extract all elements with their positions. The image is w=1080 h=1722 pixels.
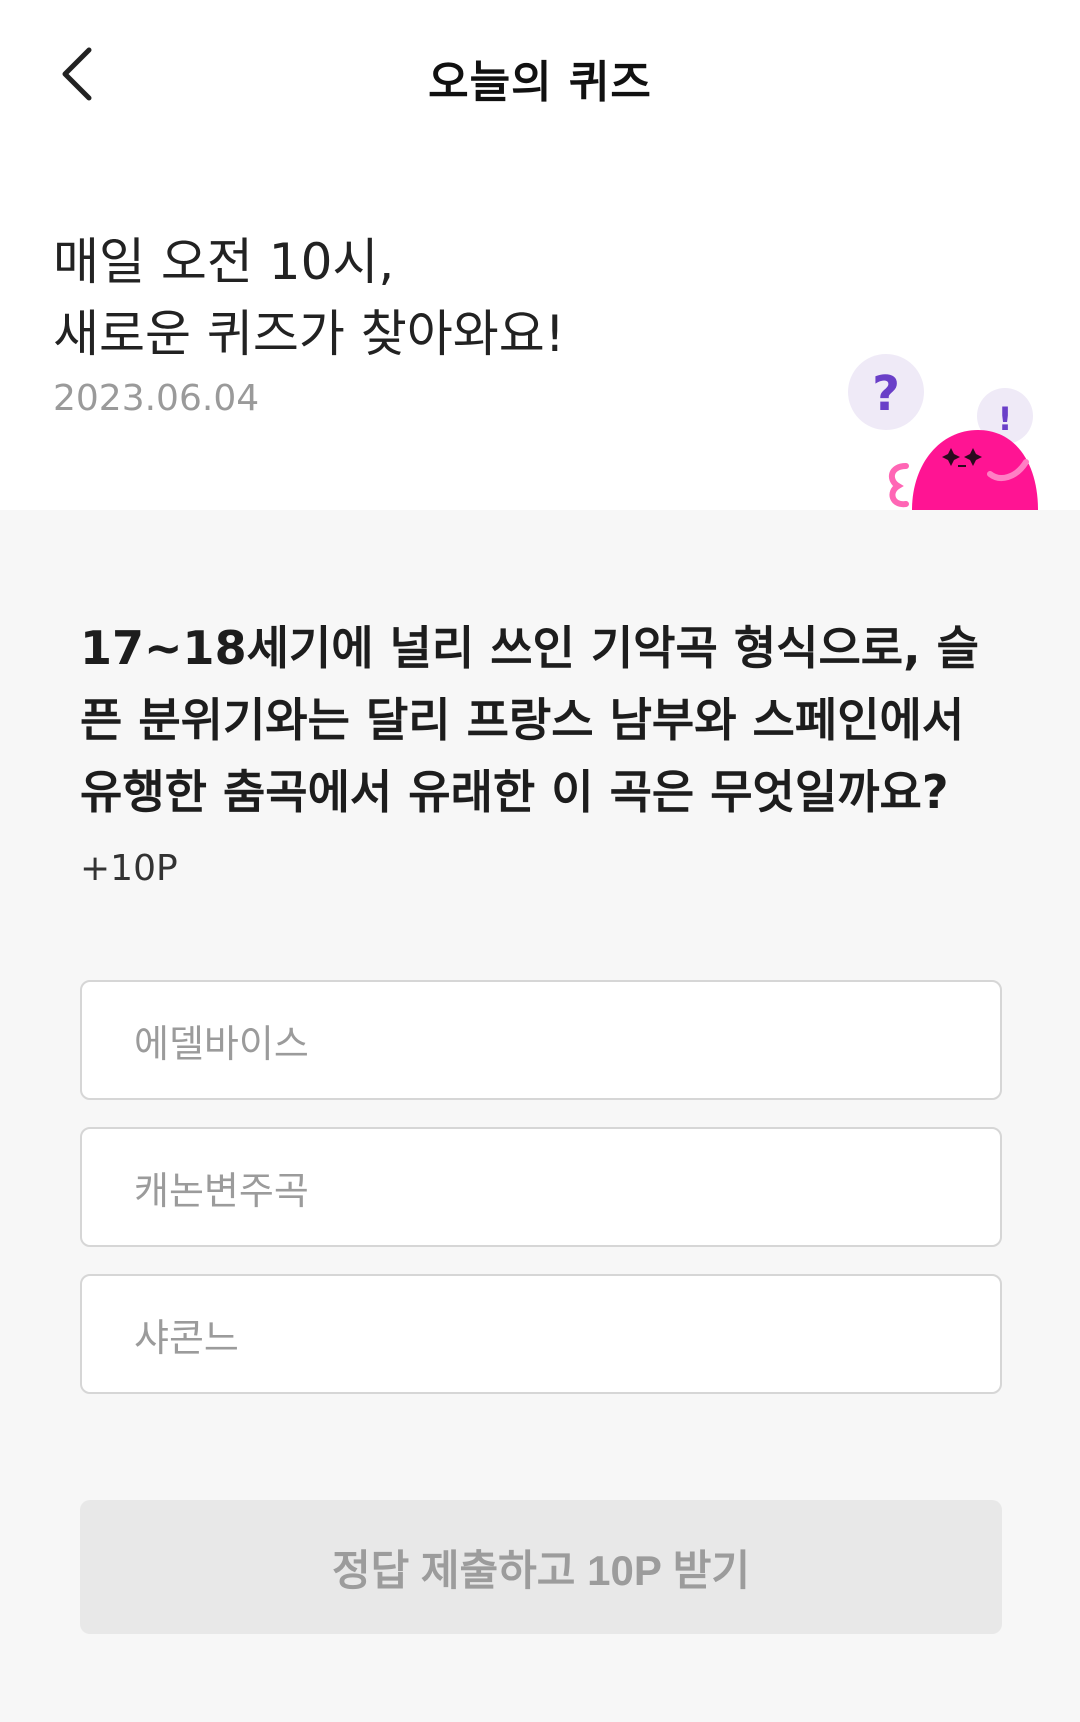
exclamation-mark-icon: !: [998, 400, 1013, 438]
page-title: 오늘의 퀴즈: [428, 57, 652, 108]
submit-answer-label: 정답 제출하고 10P 받기: [331, 1546, 751, 1594]
answer-option-2[interactable]: 캐논변주곡: [80, 1127, 1002, 1247]
quiz-page: 오늘의 퀴즈 매일 오전 10시, 새로운 퀴즈가 찾아와요! 2023.06.…: [0, 0, 1080, 1722]
question-mark-icon: ?: [872, 366, 900, 422]
mascot-tail-icon: [888, 463, 909, 508]
answer-option-3[interactable]: 샤콘느: [80, 1274, 1002, 1394]
answer-options: 에델바이스 캐논변주곡 샤콘느: [80, 980, 1002, 1421]
answer-option-label: 샤콘느: [134, 1315, 239, 1360]
submit-answer-button[interactable]: 정답 제출하고 10P 받기: [80, 1500, 1002, 1634]
points-badge: +10P: [80, 848, 178, 889]
question-text: 17~18세기에 널리 쓰인 기악곡 형식으로, 슬픈 분위기와는 달리 프랑스…: [80, 621, 979, 819]
answer-option-label: 캐논변주곡: [134, 1168, 309, 1213]
intro-headline: 매일 오전 10시, 새로운 퀴즈가 찾아와요!: [53, 226, 565, 370]
mascot-illustration: ? !: [848, 354, 1038, 510]
header: 오늘의 퀴즈: [0, 0, 1080, 150]
intro-headline-line2: 새로운 퀴즈가 찾아와요!: [53, 305, 565, 363]
answer-option-label: 에델바이스: [134, 1021, 309, 1066]
quiz-date: 2023.06.04: [53, 378, 260, 419]
intro-section: 매일 오전 10시, 새로운 퀴즈가 찾아와요! 2023.06.04 ? !: [0, 150, 1080, 510]
answer-option-1[interactable]: 에델바이스: [80, 980, 1002, 1100]
intro-headline-line1: 매일 오전 10시,: [53, 233, 395, 291]
